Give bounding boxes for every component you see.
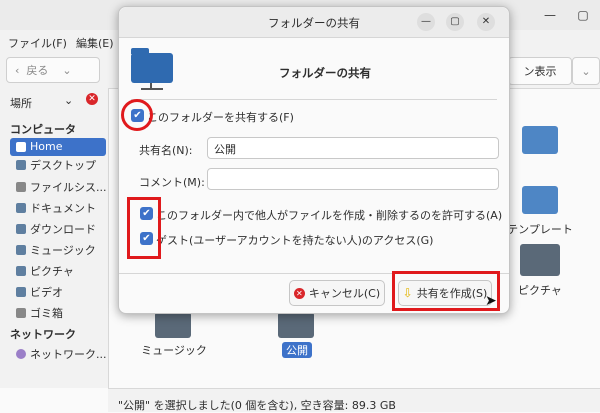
sidebar-item-music[interactable]: ミュージック [16, 242, 96, 258]
templates-folder-icon[interactable] [522, 186, 558, 214]
download-icon [16, 224, 26, 234]
menu-file[interactable]: ファイル(F) [8, 35, 67, 51]
trash-icon [16, 308, 26, 318]
sidebar-item-downloads[interactable]: ダウンロード [16, 221, 96, 237]
sidebar-item-pictures[interactable]: ピクチャ [16, 263, 74, 279]
share-folder-checkbox-label: このフォルダーを共有する(F) [147, 111, 294, 124]
sidebar-item-trash[interactable]: ゴミ箱 [16, 305, 63, 321]
file-label-public[interactable]: 公開 [282, 342, 312, 358]
videos-icon [16, 287, 26, 297]
highlight-box [392, 271, 500, 311]
home-icon [16, 141, 26, 152]
back-arrow-icon: ‹ [15, 63, 27, 77]
cancel-icon: ✕ [293, 287, 305, 299]
close-sidebar-icon[interactable]: ✕ [86, 93, 98, 105]
cancel-label: キャンセル(C) [308, 287, 381, 300]
comment-label: コメント(M): [139, 176, 205, 189]
chevron-down-icon: ⌄ [62, 63, 72, 77]
minimize-icon[interactable]: — [417, 13, 435, 31]
view-options-button[interactable]: ⌄ [572, 57, 600, 85]
sidebar-item-documents[interactable]: ドキュメント [16, 200, 96, 216]
chevron-down-icon: ⌄ [581, 64, 591, 78]
sidebar-item-desktop[interactable]: デスクトップ [16, 157, 96, 173]
network-header: ネットワーク [10, 328, 76, 341]
view-mode-button[interactable]: ン表示 [508, 57, 572, 85]
allow-others-label: このフォルダー内で他人がファイルを作成・削除するのを許可する(A) [156, 209, 503, 222]
share-name-label: 共有名(N): [139, 144, 193, 157]
shared-folder-icon [131, 48, 173, 90]
view-mode-label: ン表示 [523, 65, 557, 78]
menu-edit[interactable]: 編集(E) [76, 35, 114, 51]
sidebar-item-home[interactable]: Home [16, 140, 62, 153]
file-label-pictures: ピクチャ [518, 284, 562, 297]
maximize-icon[interactable]: ▢ [446, 13, 464, 31]
file-label-templates: テンプレート [507, 223, 573, 236]
share-name-input[interactable]: 公開 [207, 137, 499, 159]
comment-input[interactable] [207, 168, 499, 190]
back-label: 戻る [26, 64, 49, 77]
file-label-music: ミュージック [141, 344, 207, 357]
pictures-folder-icon[interactable] [520, 244, 560, 276]
documents-icon [16, 203, 26, 213]
mouse-cursor-icon: ➤ [485, 293, 497, 309]
minimize-icon[interactable]: — [543, 8, 557, 22]
cancel-button[interactable]: ✕ キャンセル(C) [289, 280, 385, 306]
sidebar-item-network[interactable]: ネットワーク... [16, 346, 107, 362]
guest-access-label: ゲスト(ユーザーアカウントを持たない人)のアクセス(G) [156, 234, 434, 247]
share-folder-icon[interactable] [278, 312, 314, 338]
dialog-header: フォルダーの共有 [279, 66, 371, 80]
chevron-down-icon[interactable]: ⌄ [64, 94, 73, 107]
share-folder-dialog: フォルダーの共有 — ▢ ✕ フォルダーの共有 ✔ このフォルダーを共有する(F… [118, 6, 510, 314]
desktop-icon [16, 160, 26, 170]
back-button[interactable]: ‹ 戻る ⌄ [6, 57, 100, 83]
highlight-box [127, 197, 161, 259]
sidebar-item-filesystem[interactable]: ファイルシス... [16, 179, 107, 195]
pictures-icon [16, 266, 26, 276]
computer-header: コンピュータ [10, 123, 76, 136]
network-icon [16, 349, 26, 359]
places-label: 場所 [10, 97, 32, 110]
music-folder-icon[interactable] [155, 312, 191, 338]
close-icon[interactable]: ✕ [477, 13, 495, 31]
folder-icon[interactable] [522, 126, 558, 154]
music-icon [16, 245, 26, 255]
sidebar-item-videos[interactable]: ビデオ [16, 284, 63, 300]
drive-icon [16, 182, 26, 192]
highlight-circle [121, 99, 153, 131]
maximize-icon[interactable]: ▢ [576, 8, 590, 22]
divider [131, 99, 497, 100]
